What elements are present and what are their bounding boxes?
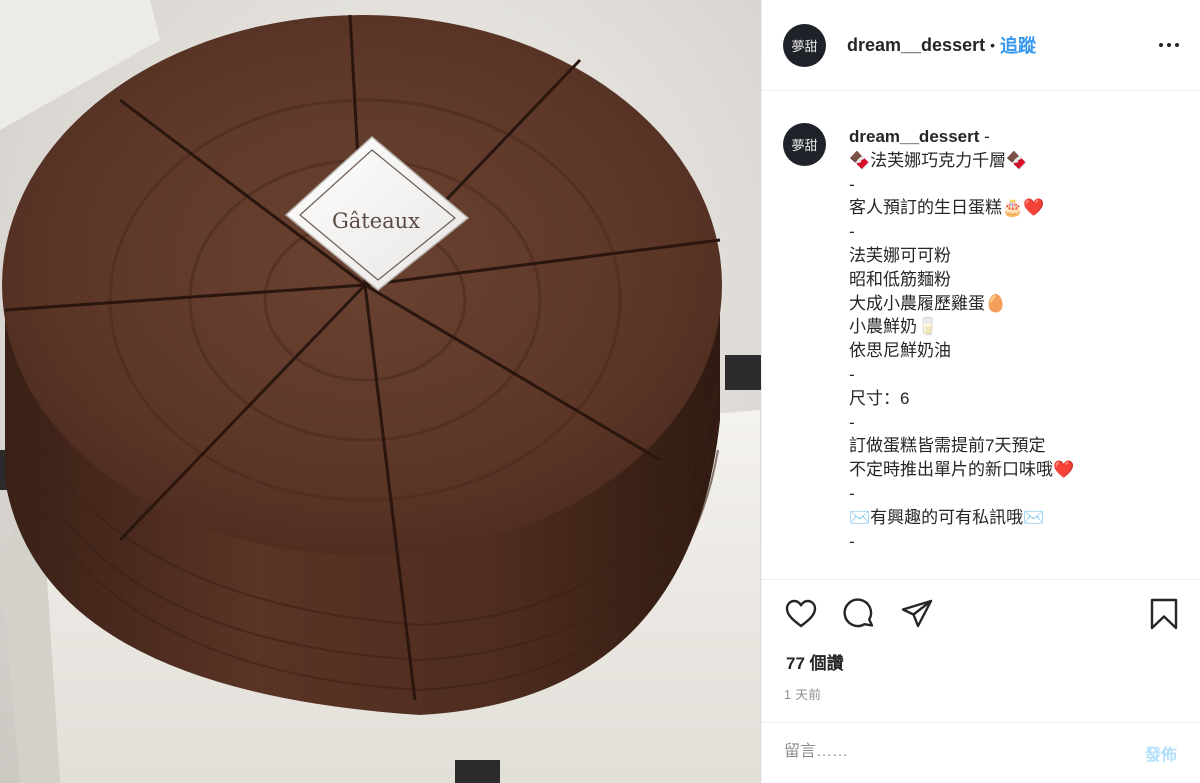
separator-dot: • bbox=[990, 37, 995, 53]
caption-first-line: - bbox=[979, 127, 990, 146]
post-container: Gâteaux 夢甜 dream__dessert • 追蹤 夢甜 dream_… bbox=[0, 0, 1200, 783]
caption-line: 昭和低筋麵粉 bbox=[849, 269, 951, 289]
caption-area: 夢甜 dream__dessert - 🍫法芙娜巧克力千層🍫 - 客人預訂的生日… bbox=[762, 92, 1200, 579]
caption-line: - bbox=[849, 364, 855, 384]
action-bar: 77 個讚 1 天前 bbox=[762, 579, 1200, 722]
svg-text:夢甜: 夢甜 bbox=[791, 39, 817, 55]
avatar-logo-icon: 夢甜 bbox=[791, 39, 817, 55]
caption-line: 尺寸：6 bbox=[849, 388, 910, 408]
ribbon-right bbox=[725, 355, 761, 390]
caption-line: - bbox=[849, 222, 855, 242]
ribbon-bottom bbox=[455, 760, 500, 783]
post-comment-button[interactable]: 發佈 bbox=[1145, 741, 1177, 765]
caption-line: 小農鮮奶🥛 bbox=[849, 317, 939, 337]
caption-line: 法芙娜可可粉 bbox=[849, 245, 951, 265]
caption-line: - bbox=[849, 531, 855, 551]
caption-line: 大成小農履歷雞蛋🥚 bbox=[849, 293, 1007, 313]
like-count[interactable]: 77 個讚 bbox=[786, 649, 844, 674]
share-icon[interactable] bbox=[900, 597, 934, 631]
comment-input[interactable] bbox=[784, 737, 1124, 767]
heart-icon[interactable] bbox=[784, 597, 818, 631]
caption-line: 客人預訂的生日蛋糕🎂❤️ bbox=[849, 198, 1045, 218]
post-header: 夢甜 dream__dessert • 追蹤 bbox=[762, 0, 1200, 91]
caption-line: 訂做蛋糕皆需提前7天預定 bbox=[849, 436, 1046, 456]
comment-icon[interactable] bbox=[842, 597, 876, 631]
caption-text: dream__dessert - 🍫法芙娜巧克力千層🍫 - 客人預訂的生日蛋糕🎂… bbox=[849, 125, 1189, 553]
svg-text:夢甜: 夢甜 bbox=[791, 138, 817, 154]
topper-text: Gâteaux bbox=[332, 209, 420, 233]
post-photo[interactable]: Gâteaux bbox=[0, 0, 761, 783]
caption-line: - bbox=[849, 483, 855, 503]
avatar-logo-icon: 夢甜 bbox=[791, 138, 817, 154]
comment-box: 發佈 bbox=[762, 722, 1200, 783]
post-side-panel: 夢甜 dream__dessert • 追蹤 夢甜 dream__dessert… bbox=[761, 0, 1200, 783]
avatar[interactable]: 夢甜 bbox=[783, 23, 826, 67]
more-options-icon[interactable] bbox=[1159, 36, 1179, 54]
cake-photo-illustration: Gâteaux bbox=[0, 0, 761, 783]
post-timestamp[interactable]: 1 天前 bbox=[784, 684, 821, 703]
caption-line: - bbox=[849, 412, 855, 432]
caption-avatar[interactable]: 夢甜 bbox=[783, 123, 826, 166]
caption-line: 不定時推出單片的新口味哦❤️ bbox=[849, 460, 1075, 480]
username-link[interactable]: dream__dessert bbox=[847, 35, 985, 56]
caption-line: 依思尼鮮奶油 bbox=[849, 341, 951, 361]
follow-button[interactable]: 追蹤 bbox=[1000, 32, 1036, 58]
caption-line: ✉️有興趣的可有私訊哦✉️ bbox=[849, 507, 1045, 527]
caption-username[interactable]: dream__dessert bbox=[849, 127, 979, 146]
caption-line: 🍫法芙娜巧克力千層🍫 bbox=[849, 150, 1028, 170]
caption-line: - bbox=[849, 174, 855, 194]
bookmark-icon[interactable] bbox=[1147, 597, 1181, 631]
